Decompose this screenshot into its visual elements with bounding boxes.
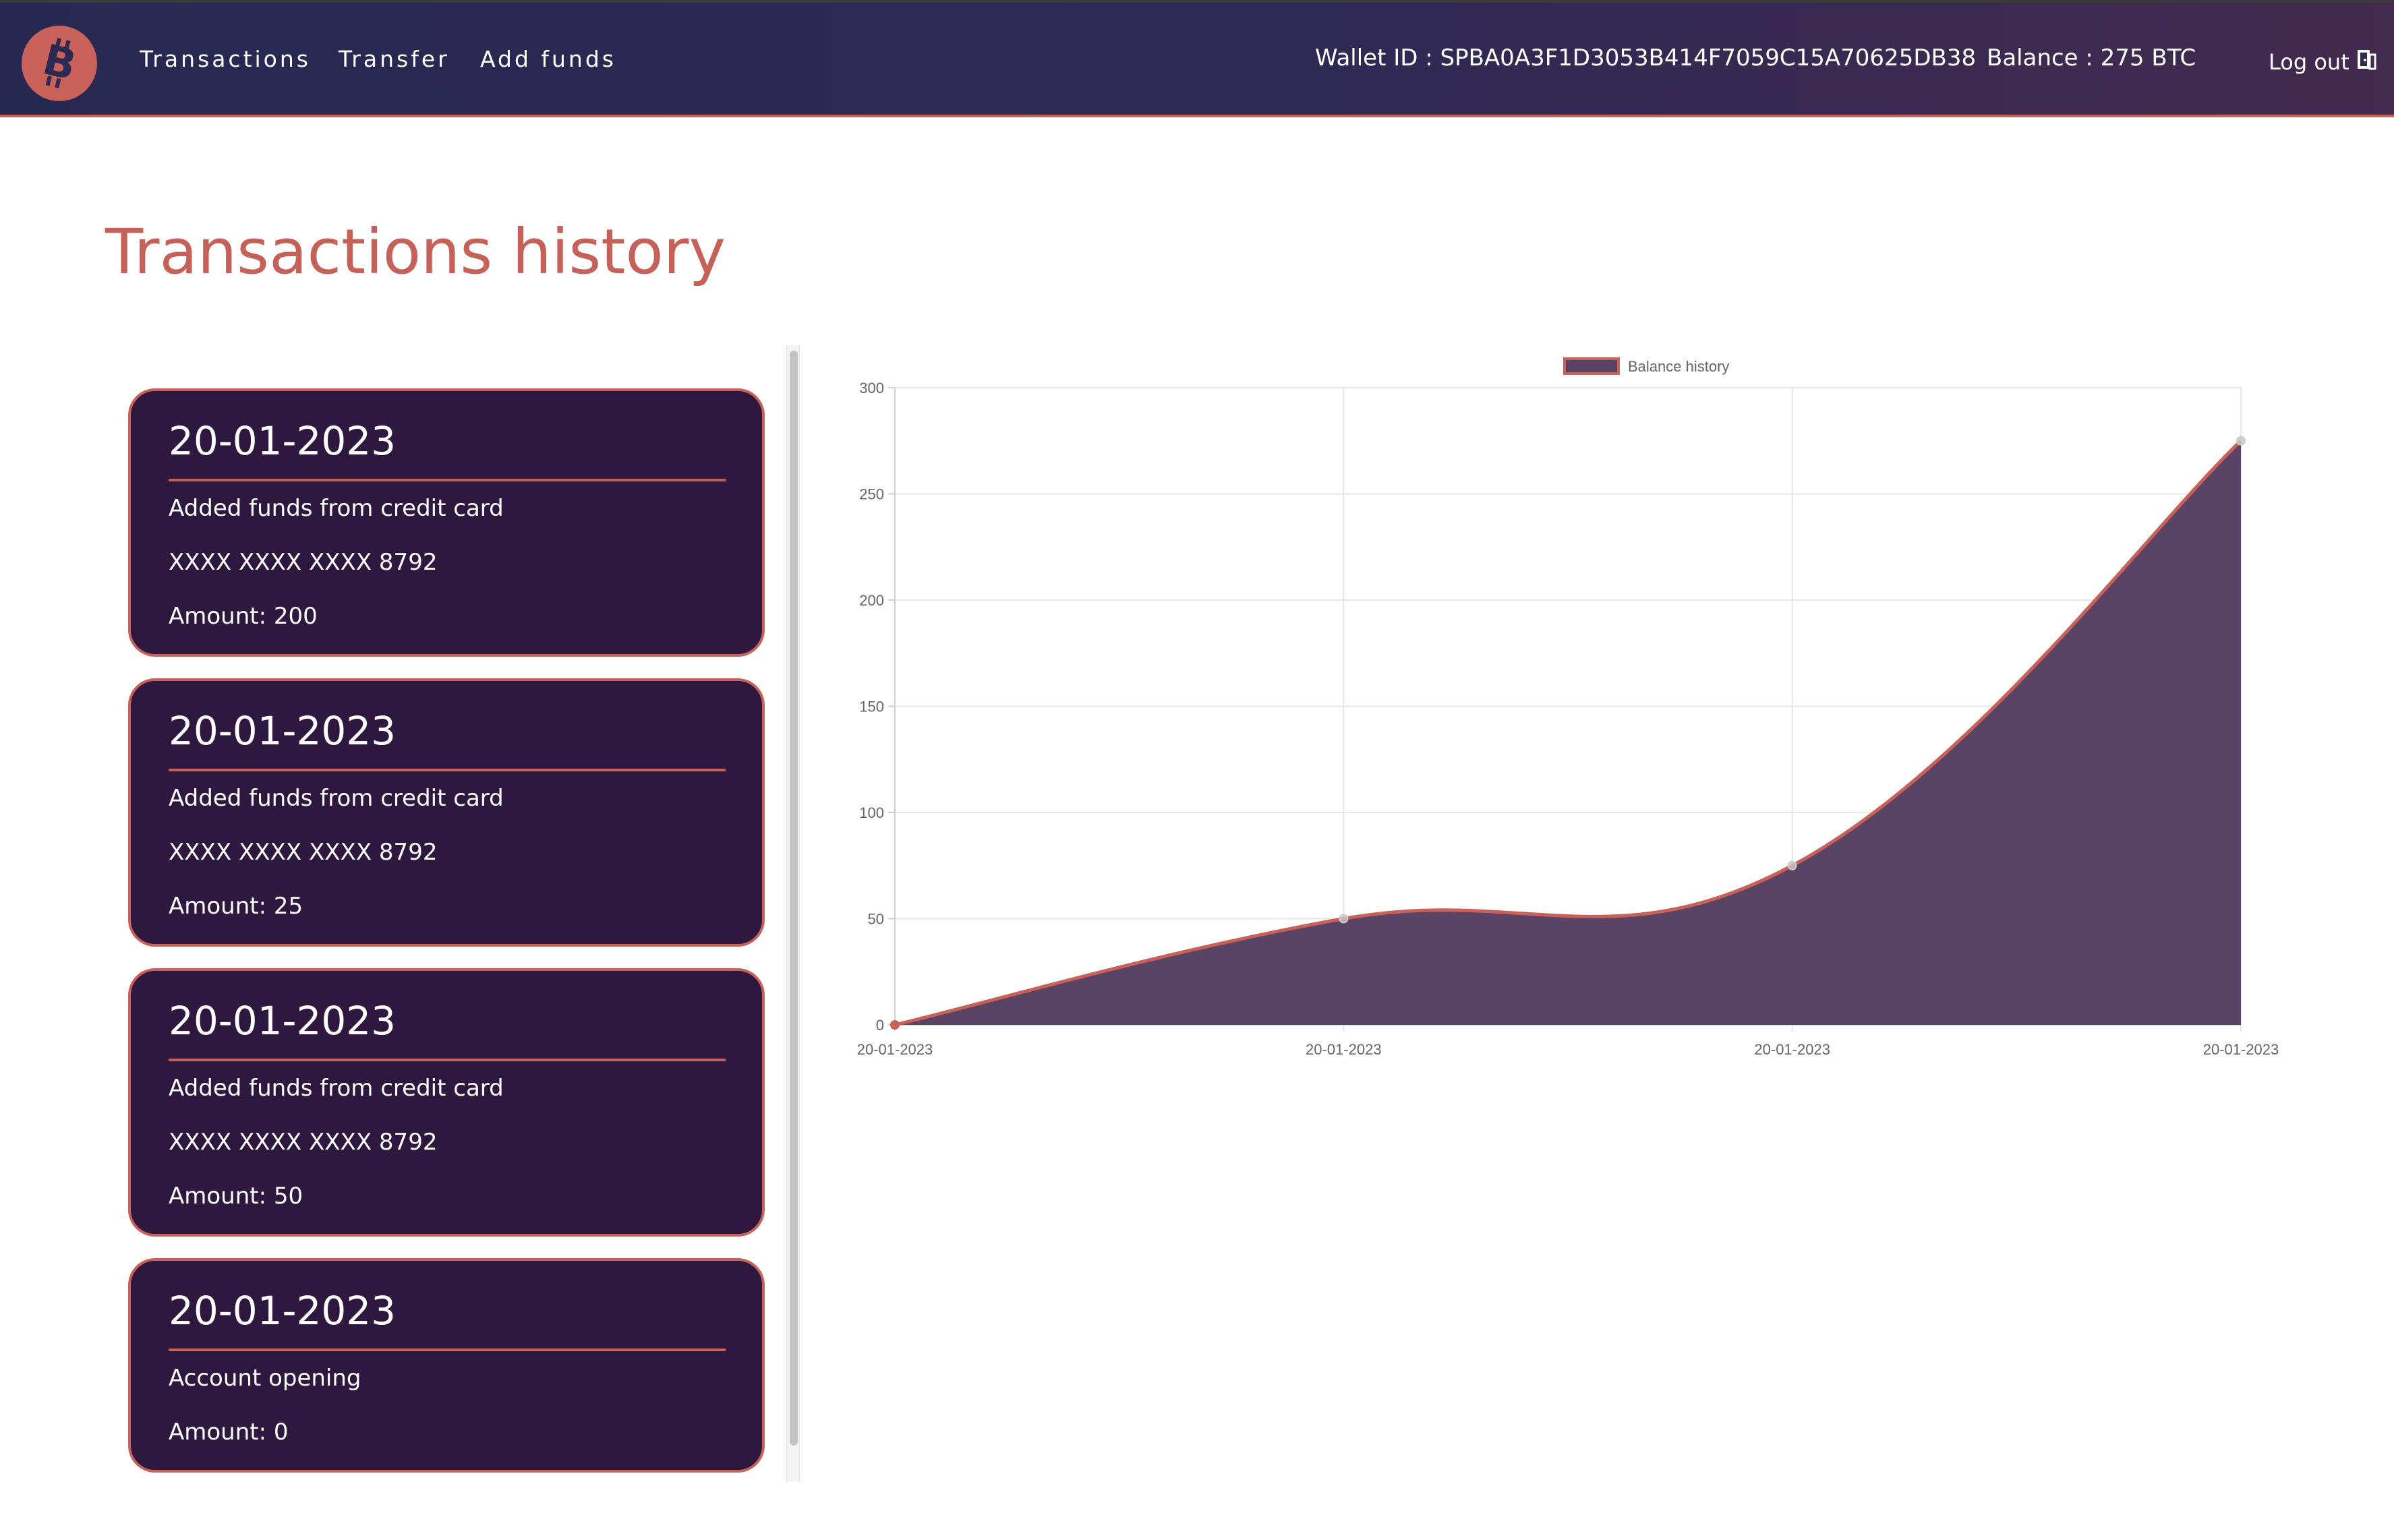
y-tick-label: 50 bbox=[868, 911, 884, 928]
balance-area bbox=[895, 440, 2241, 1025]
transaction-description: Added funds from credit card bbox=[169, 495, 504, 522]
transaction-card-number: XXXX XXXX XXXX 8792 bbox=[169, 549, 438, 576]
transaction-date: 20-01-2023 bbox=[169, 708, 397, 754]
scrollbar-thumb[interactable] bbox=[790, 351, 798, 1446]
transaction-description: Account opening bbox=[169, 1365, 361, 1392]
transaction-amount: Amount: 0 bbox=[169, 1419, 289, 1446]
transaction-card[interactable]: 20-01-2023 Added funds from credit card … bbox=[128, 678, 765, 947]
transaction-amount: Amount: 200 bbox=[169, 603, 318, 630]
divider bbox=[169, 1059, 726, 1061]
data-point bbox=[1339, 914, 1349, 924]
transaction-description: Added funds from credit card bbox=[169, 785, 504, 812]
transaction-card[interactable]: 20-01-2023 Added funds from credit card … bbox=[128, 388, 765, 657]
nav-add-funds-link[interactable]: Add funds bbox=[480, 46, 616, 72]
legend-swatch bbox=[1563, 357, 1620, 375]
transaction-card[interactable]: 20-01-2023 Added funds from credit card … bbox=[128, 968, 765, 1237]
door-exit-icon bbox=[2355, 48, 2378, 76]
legend-label: Balance history bbox=[1628, 358, 1729, 375]
top-navbar: B Transactions Transfer Add funds Wallet… bbox=[0, 0, 2394, 117]
data-point bbox=[2236, 436, 2246, 446]
transaction-amount: Amount: 25 bbox=[169, 893, 303, 920]
transaction-card-number: XXXX XXXX XXXX 8792 bbox=[169, 839, 438, 866]
x-tick-label: 20-01-2023 bbox=[857, 1041, 933, 1058]
balance-display: Balance : 275 BTC bbox=[1987, 45, 2196, 71]
data-point bbox=[1787, 860, 1797, 870]
divider bbox=[169, 769, 726, 771]
data-point bbox=[890, 1020, 900, 1030]
y-tick-label: 0 bbox=[876, 1017, 884, 1034]
divider bbox=[169, 1349, 726, 1351]
divider bbox=[169, 479, 726, 481]
nav-transactions-link[interactable]: Transactions bbox=[140, 46, 311, 72]
transaction-card[interactable]: 20-01-2023 Account opening Amount: 0 bbox=[128, 1258, 765, 1473]
y-tick-label: 250 bbox=[859, 486, 884, 503]
bitcoin-icon[interactable]: B bbox=[22, 26, 97, 101]
x-tick-label: 20-01-2023 bbox=[1306, 1041, 1382, 1058]
x-tick-label: 20-01-2023 bbox=[2203, 1041, 2279, 1058]
y-tick-label: 100 bbox=[859, 804, 884, 821]
wallet-id: Wallet ID : SPBA0A3F1D3053B414F7059C15A7… bbox=[1315, 45, 1977, 71]
transaction-card-number: XXXX XXXX XXXX 8792 bbox=[169, 1129, 438, 1156]
transaction-amount: Amount: 50 bbox=[169, 1183, 303, 1210]
y-tick-label: 200 bbox=[859, 592, 884, 609]
transaction-date: 20-01-2023 bbox=[169, 998, 397, 1044]
transaction-date: 20-01-2023 bbox=[169, 418, 397, 464]
transaction-description: Added funds from credit card bbox=[169, 1075, 504, 1102]
balance-history-chart: 0 50 100 150 200 250 300 20-01-2023 20-01-2023 20… bbox=[857, 357, 2279, 1058]
transaction-date: 20-01-2023 bbox=[169, 1288, 397, 1334]
logout-label: Log out bbox=[2269, 49, 2349, 75]
logout-button[interactable]: Log out bbox=[2269, 47, 2378, 77]
y-tick-label: 300 bbox=[859, 380, 884, 396]
transaction-list-scrollbar[interactable] bbox=[786, 345, 800, 1482]
y-tick-label: 150 bbox=[859, 699, 884, 715]
page-title: Transactions history bbox=[105, 216, 726, 288]
x-tick-label: 20-01-2023 bbox=[1754, 1041, 1830, 1058]
nav-transfer-link[interactable]: Transfer bbox=[339, 46, 450, 72]
